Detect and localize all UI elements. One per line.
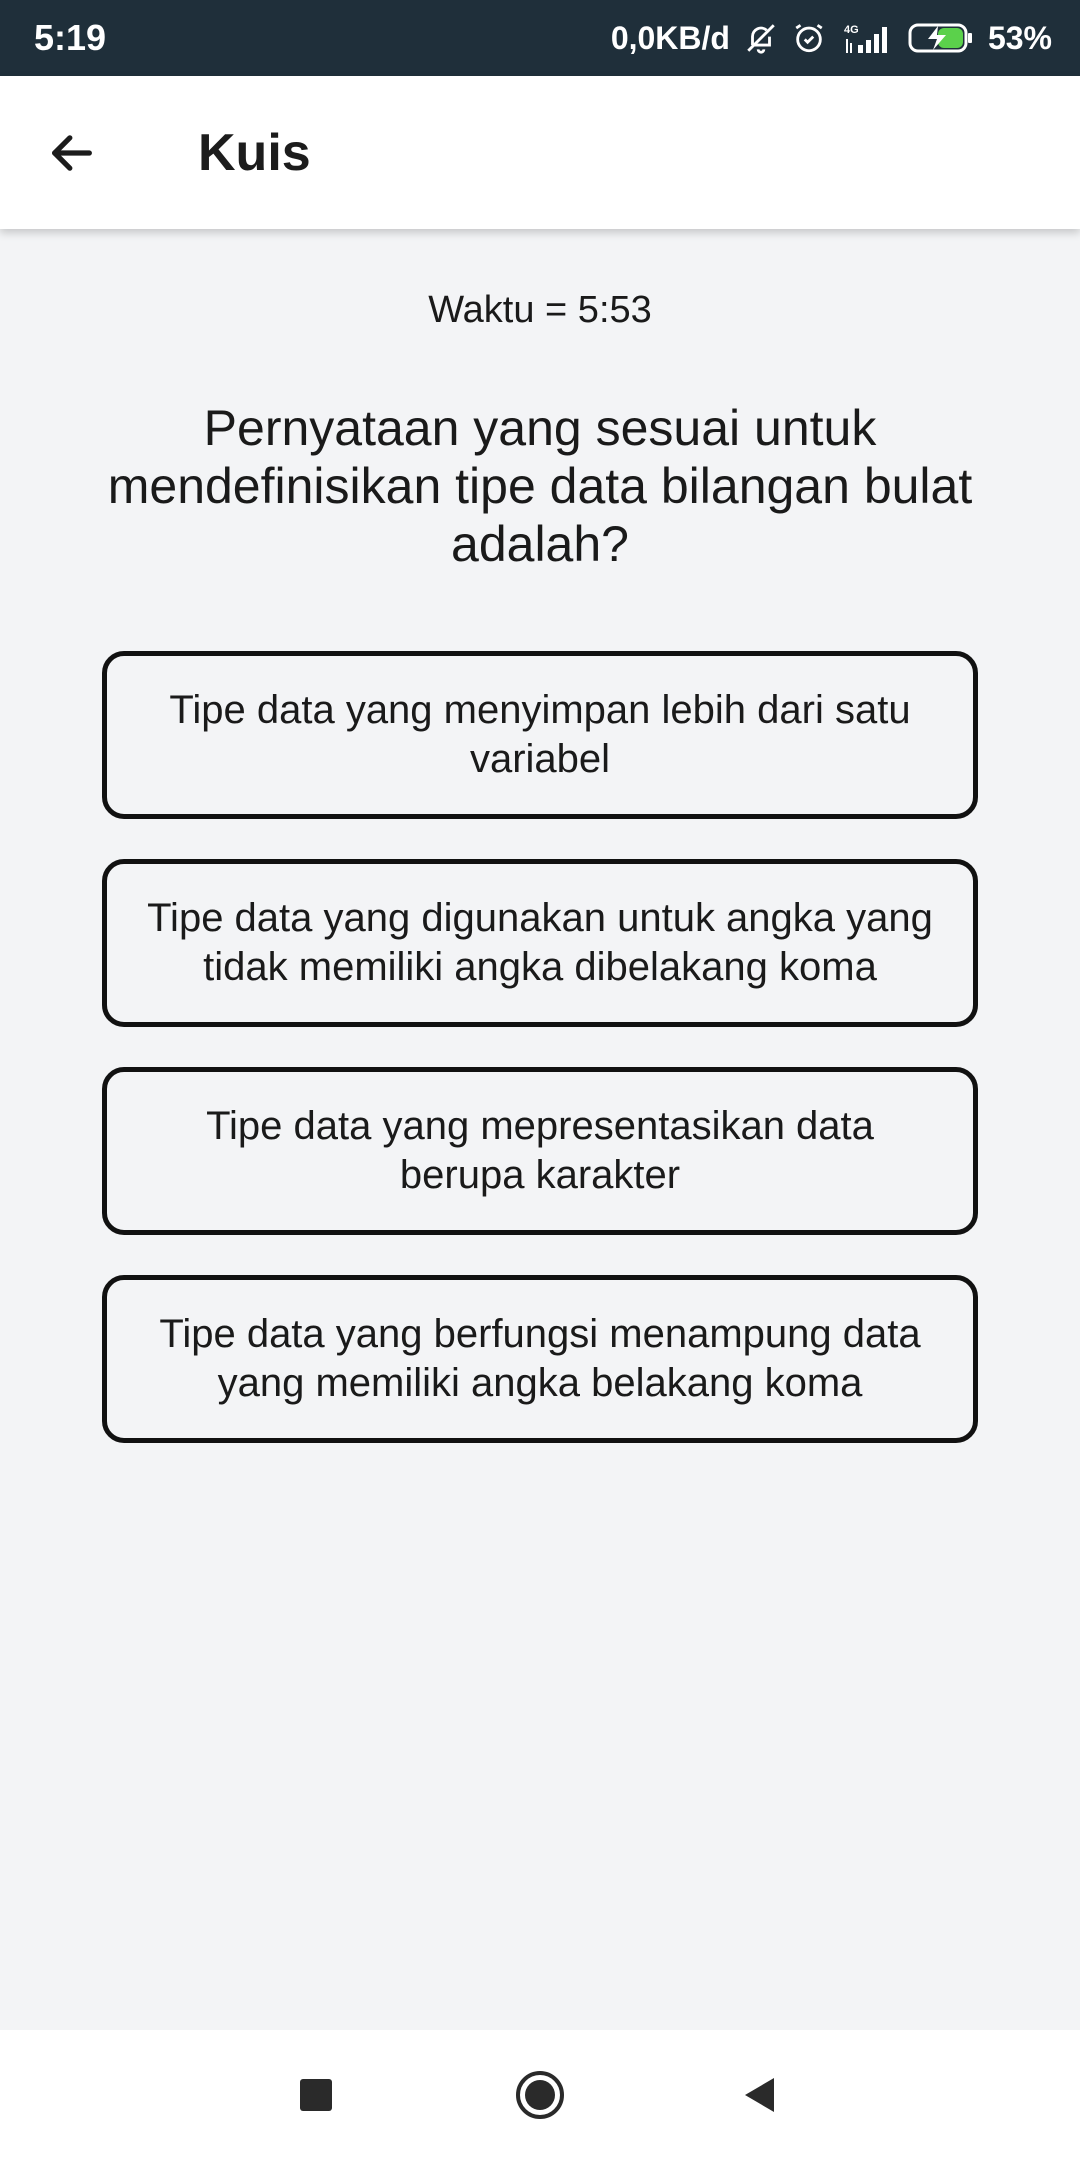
alarm-icon (792, 21, 826, 55)
back-nav-button[interactable] (695, 2030, 825, 2160)
status-icons: 0,0KB/d 4G 53% (611, 20, 1052, 57)
status-time: 5:19 (34, 17, 107, 58)
back-triangle-icon (745, 2078, 774, 2112)
back-button[interactable] (12, 93, 132, 213)
answer-option-2[interactable]: Tipe data yang digunakan untuk angka yan… (102, 859, 978, 1027)
answer-option-3[interactable]: Tipe data yang mepresentasikan data beru… (102, 1067, 978, 1235)
battery-charging-icon (908, 21, 974, 55)
answer-option-1[interactable]: Tipe data yang menyimpan lebih dari satu… (102, 651, 978, 819)
bell-off-icon (744, 21, 778, 55)
answer-options: Tipe data yang menyimpan lebih dari satu… (102, 651, 978, 1443)
recents-square-icon (300, 2079, 332, 2111)
network-type: 4G (844, 24, 859, 36)
app-bar: Kuis (0, 76, 1080, 229)
answer-option-4[interactable]: Tipe data yang berfungsi menampung data … (102, 1275, 978, 1443)
recents-button[interactable] (251, 2030, 381, 2160)
quiz-question: Pernyataan yang sesuai untuk mendefinisi… (107, 400, 973, 572)
signal-icon: 4G (840, 21, 894, 55)
arrow-left-icon (52, 134, 92, 171)
battery-percent: 53% (987, 19, 1052, 56)
quiz-content: Waktu = 5:53 Pernyataan yang sesuai untu… (0, 229, 1080, 2030)
page-title: Kuis (198, 123, 311, 182)
home-circle-icon (516, 2071, 564, 2119)
status-bar: 5:19 0,0KB/d 4G 53% (0, 0, 1080, 76)
quiz-timer: Waktu = 5:53 (428, 289, 652, 331)
home-button[interactable] (475, 2030, 605, 2160)
network-speed: 0,0KB/d (610, 19, 730, 56)
system-nav-bar (0, 2030, 1080, 2160)
